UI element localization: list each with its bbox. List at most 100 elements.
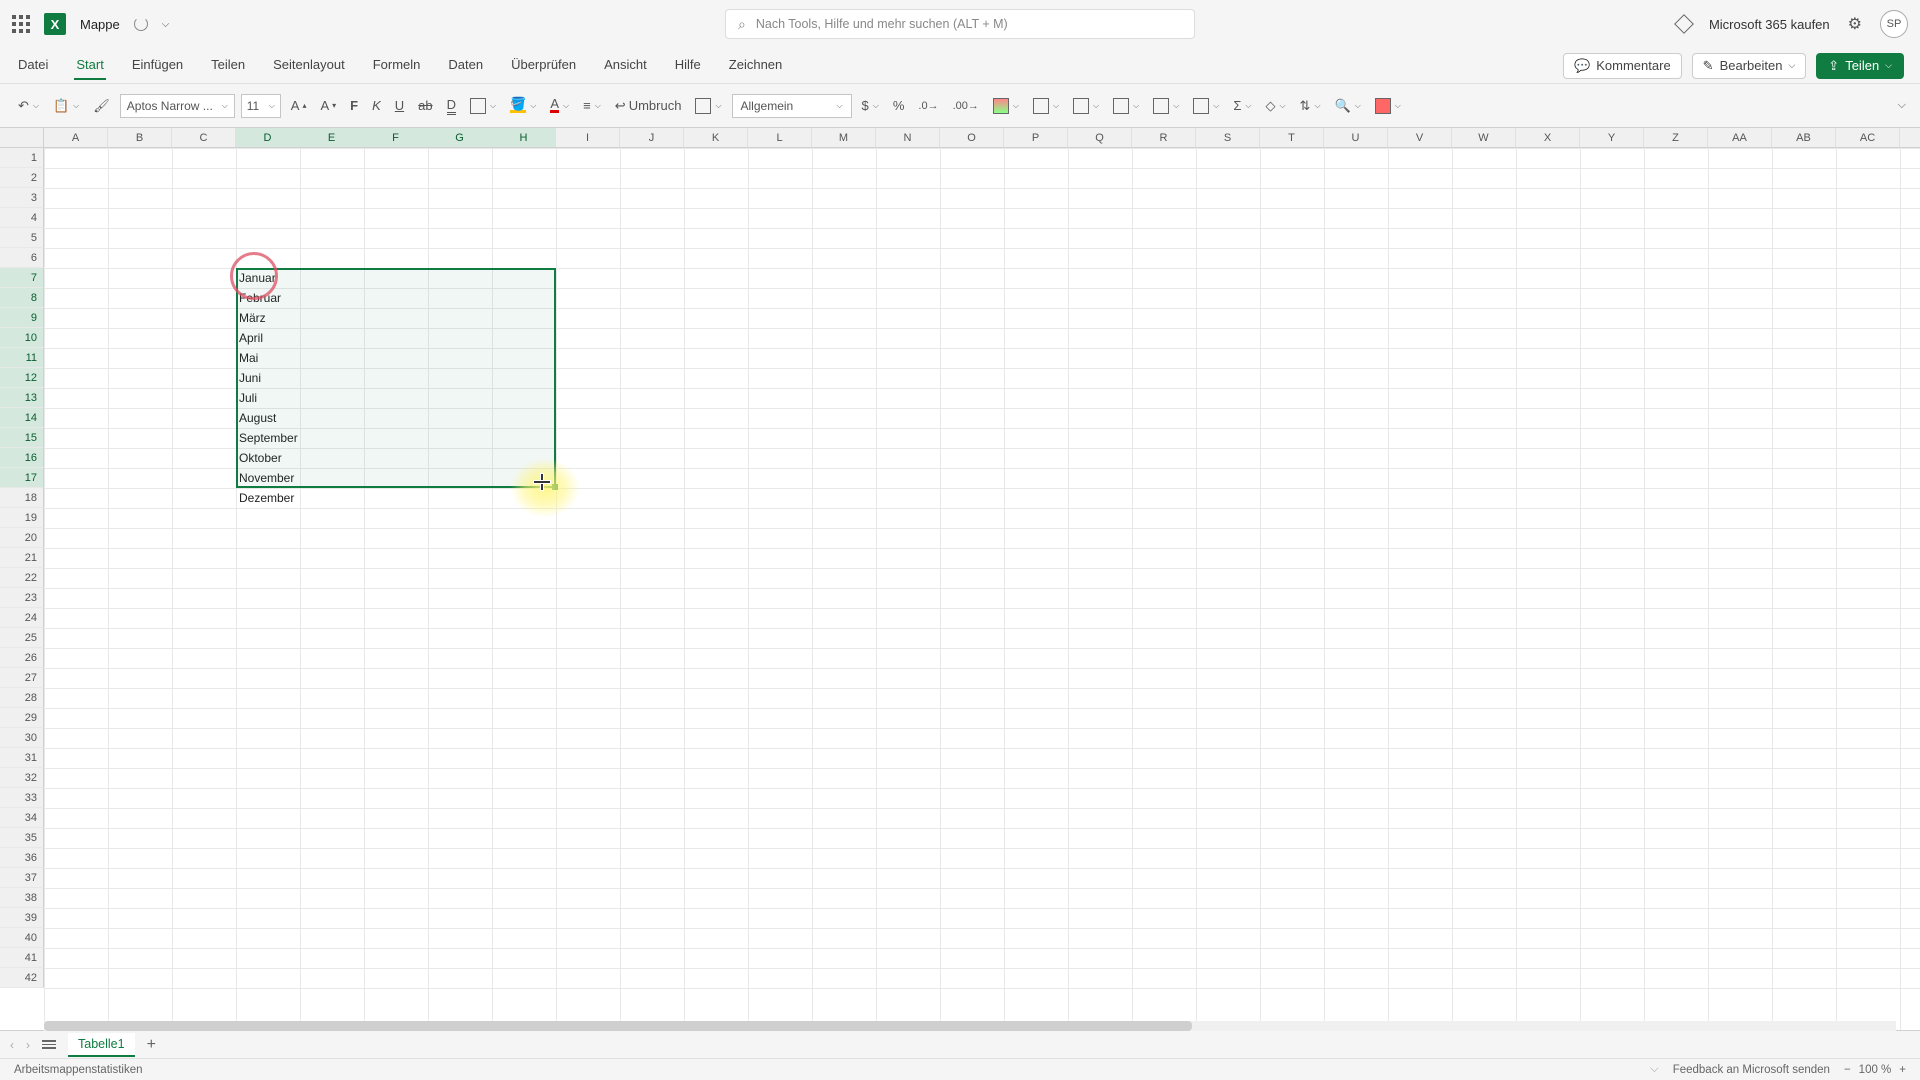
doc-menu-caret[interactable]: ⌵: [162, 19, 170, 30]
col-header-L[interactable]: L: [748, 128, 812, 147]
user-avatar[interactable]: SP: [1880, 10, 1908, 38]
row-header-33[interactable]: 33: [0, 788, 44, 808]
cells-area[interactable]: JanuarFebruarMärzAprilMaiJuniJuliAugustS…: [44, 148, 1920, 1030]
cell-value[interactable]: März: [236, 308, 300, 328]
tab-datei[interactable]: Datei: [16, 51, 50, 80]
cell-value[interactable]: Januar: [236, 268, 300, 288]
zoom-level[interactable]: 100 %: [1859, 1064, 1892, 1076]
row-header-4[interactable]: 4: [0, 208, 44, 228]
cell-value[interactable]: August: [236, 408, 300, 428]
italic-button[interactable]: K: [368, 95, 385, 116]
row-header-26[interactable]: 26: [0, 648, 44, 668]
edit-button[interactable]: ✎Bearbeiten⌵: [1692, 53, 1807, 79]
row-header-19[interactable]: 19: [0, 508, 44, 528]
row-header-28[interactable]: 28: [0, 688, 44, 708]
tab-teilen[interactable]: Teilen: [209, 51, 247, 80]
row-header-27[interactable]: 27: [0, 668, 44, 688]
col-header-P[interactable]: P: [1004, 128, 1068, 147]
workbook-stats[interactable]: Arbeitsmappenstatistiken: [14, 1064, 142, 1076]
cell-value[interactable]: Februar: [236, 288, 300, 308]
bold-button[interactable]: F: [346, 95, 362, 116]
tab-einfuegen[interactable]: Einfügen: [130, 51, 185, 80]
double-underline-button[interactable]: D: [443, 94, 460, 118]
col-header-S[interactable]: S: [1196, 128, 1260, 147]
col-header-V[interactable]: V: [1388, 128, 1452, 147]
col-header-H[interactable]: H: [492, 128, 556, 147]
sync-icon[interactable]: [134, 17, 148, 31]
row-header-20[interactable]: 20: [0, 528, 44, 548]
sort-filter-button[interactable]: ⇅⌵: [1296, 95, 1325, 117]
feedback-link[interactable]: Feedback an Microsoft senden: [1673, 1064, 1830, 1076]
paste-button[interactable]: 📋⌵: [49, 95, 83, 117]
col-header-Z[interactable]: Z: [1644, 128, 1708, 147]
row-header-15[interactable]: 15: [0, 428, 44, 448]
row-header-6[interactable]: 6: [0, 248, 44, 268]
settings-icon[interactable]: ⚙: [1848, 14, 1862, 34]
row-header-22[interactable]: 22: [0, 568, 44, 588]
insert-cells-button[interactable]: ⌵: [1109, 95, 1143, 117]
col-header-B[interactable]: B: [108, 128, 172, 147]
row-header-18[interactable]: 18: [0, 488, 44, 508]
row-header-42[interactable]: 42: [0, 968, 44, 988]
col-header-Y[interactable]: Y: [1580, 128, 1644, 147]
row-header-9[interactable]: 9: [0, 308, 44, 328]
row-header-32[interactable]: 32: [0, 768, 44, 788]
col-header-AB[interactable]: AB: [1772, 128, 1836, 147]
share-button[interactable]: ⇪Teilen⌵: [1816, 53, 1904, 79]
clear-button[interactable]: ◇⌵: [1261, 95, 1289, 117]
decrease-decimal-button[interactable]: .00→: [949, 97, 983, 115]
increase-font-button[interactable]: A▴: [287, 95, 311, 116]
expand-ribbon-button[interactable]: ⌵: [1898, 99, 1906, 112]
tab-ueberpruefen[interactable]: Überprüfen: [509, 51, 578, 80]
col-header-W[interactable]: W: [1452, 128, 1516, 147]
row-header-1[interactable]: 1: [0, 148, 44, 168]
row-header-39[interactable]: 39: [0, 908, 44, 928]
row-header-7[interactable]: 7: [0, 268, 44, 288]
tab-hilfe[interactable]: Hilfe: [673, 51, 703, 80]
underline-button[interactable]: U: [391, 95, 408, 116]
tab-formeln[interactable]: Formeln: [371, 51, 423, 80]
col-header-X[interactable]: X: [1516, 128, 1580, 147]
horizontal-scrollbar[interactable]: [44, 1021, 1896, 1031]
row-header-2[interactable]: 2: [0, 168, 44, 188]
row-header-13[interactable]: 13: [0, 388, 44, 408]
cell-value[interactable]: April: [236, 328, 300, 348]
select-all-corner[interactable]: [0, 128, 44, 148]
cell-value[interactable]: Oktober: [236, 448, 300, 468]
find-button[interactable]: 🔍⌵: [1331, 95, 1365, 117]
tab-start[interactable]: Start: [74, 51, 105, 80]
tab-daten[interactable]: Daten: [446, 51, 485, 80]
cell-value[interactable]: Juni: [236, 368, 300, 388]
fill-handle[interactable]: [552, 484, 558, 490]
col-header-C[interactable]: C: [172, 128, 236, 147]
col-header-F[interactable]: F: [364, 128, 428, 147]
addins-button[interactable]: ⌵: [1371, 95, 1405, 117]
row-header-30[interactable]: 30: [0, 728, 44, 748]
cell-value[interactable]: Juli: [236, 388, 300, 408]
col-header-D[interactable]: D: [236, 128, 300, 147]
scrollbar-thumb[interactable]: [44, 1021, 1192, 1031]
row-header-21[interactable]: 21: [0, 548, 44, 568]
format-table-button[interactable]: ⌵: [1029, 95, 1063, 117]
sheet-next-button[interactable]: ›: [26, 1038, 30, 1052]
tab-zeichnen[interactable]: Zeichnen: [727, 51, 784, 80]
search-box[interactable]: ⌕ Nach Tools, Hilfe und mehr suchen (ALT…: [725, 9, 1195, 39]
col-header-T[interactable]: T: [1260, 128, 1324, 147]
row-header-36[interactable]: 36: [0, 848, 44, 868]
wrap-text-button[interactable]: ↩Umbruch: [611, 95, 686, 117]
row-header-12[interactable]: 12: [0, 368, 44, 388]
row-header-11[interactable]: 11: [0, 348, 44, 368]
col-header-M[interactable]: M: [812, 128, 876, 147]
buy-m365-link[interactable]: Microsoft 365 kaufen: [1709, 17, 1830, 32]
col-header-I[interactable]: I: [556, 128, 620, 147]
spreadsheet-grid[interactable]: 1234567891011121314151617181920212223242…: [0, 148, 1920, 1030]
row-header-23[interactable]: 23: [0, 588, 44, 608]
tab-ansicht[interactable]: Ansicht: [602, 51, 649, 80]
merge-button[interactable]: ⌵: [691, 95, 725, 117]
cell-value[interactable]: Dezember: [236, 488, 300, 508]
col-header-AA[interactable]: AA: [1708, 128, 1772, 147]
delete-cells-button[interactable]: ⌵: [1149, 95, 1183, 117]
row-header-8[interactable]: 8: [0, 288, 44, 308]
col-header-AC[interactable]: AC: [1836, 128, 1900, 147]
col-header-K[interactable]: K: [684, 128, 748, 147]
